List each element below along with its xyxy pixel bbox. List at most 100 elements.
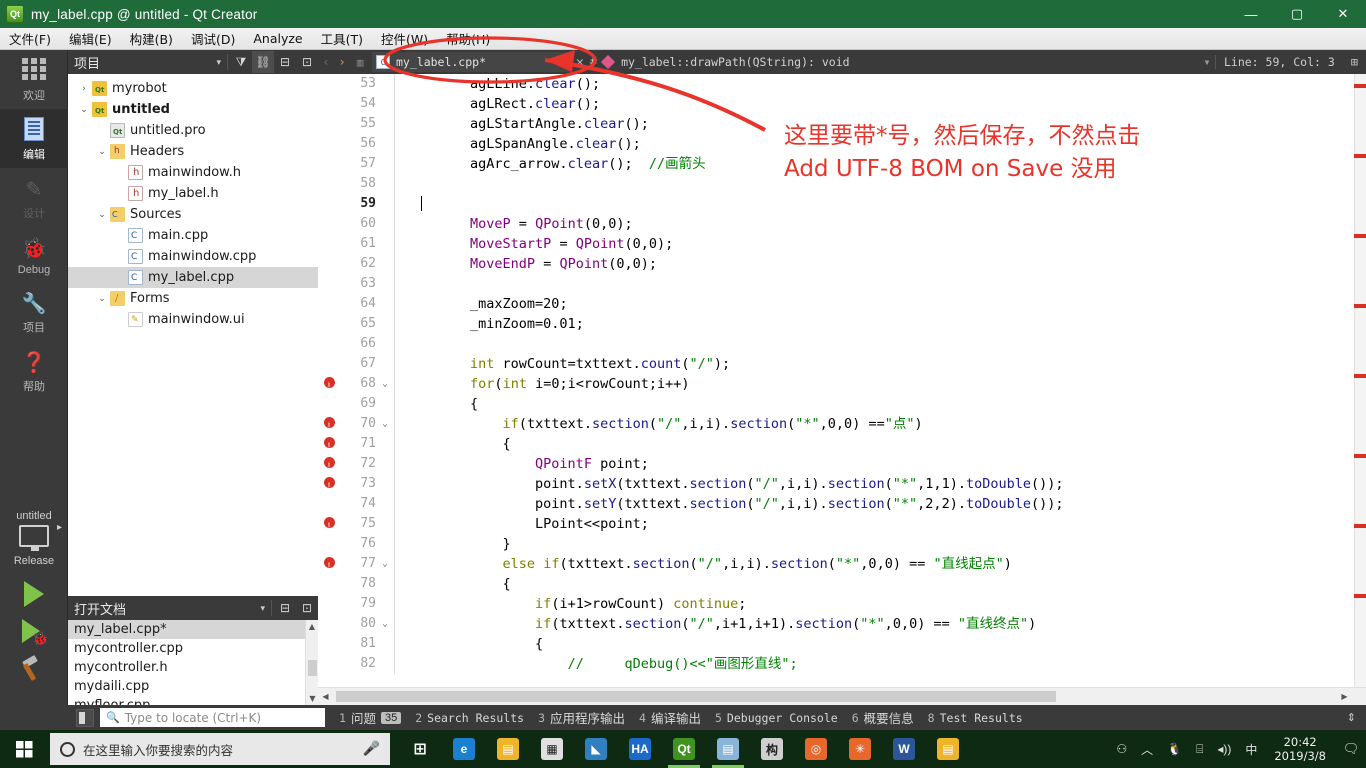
- media-icon[interactable]: ✳: [838, 730, 882, 768]
- open-document-item-0[interactable]: my_label.cpp*: [68, 620, 318, 639]
- split-icon[interactable]: ⊟: [274, 597, 296, 619]
- tree-item-my-label-cpp[interactable]: my_label.cpp: [68, 267, 318, 288]
- open-document-item-2[interactable]: mycontroller.h: [68, 658, 318, 677]
- maximize-button[interactable]: ▢: [1274, 0, 1320, 28]
- code-line-60[interactable]: 60 MoveP = QPoint(0,0);: [318, 214, 1366, 234]
- navigate-forward-button[interactable]: ›: [334, 55, 350, 69]
- open-file-combobox[interactable]: C my_label.cpp* ▾: [372, 52, 572, 72]
- folder-icon[interactable]: ▤: [926, 730, 970, 768]
- scroll-left-icon[interactable]: ◀: [318, 688, 333, 705]
- tree-item-myrobot[interactable]: › myrobot: [68, 78, 318, 99]
- tree-item-sources[interactable]: ⌄ Sources: [68, 204, 318, 225]
- fold-chevron-icon[interactable]: ⌄: [376, 614, 394, 634]
- code-line-67[interactable]: 67 int rowCount=txttext.count("/");: [318, 354, 1366, 374]
- vscode-icon[interactable]: ◣: [574, 730, 618, 768]
- input-method-icon[interactable]: 中: [1238, 741, 1264, 758]
- build-button[interactable]: [21, 654, 47, 682]
- code-line-56[interactable]: 56 agLSpanAngle.clear();: [318, 134, 1366, 154]
- mode-welcome[interactable]: 欢迎: [0, 50, 68, 109]
- code-line-57[interactable]: 57 agArc_arrow.clear(); //画箭头: [318, 154, 1366, 174]
- tree-item-my-label-h[interactable]: my_label.h: [68, 183, 318, 204]
- notification-icon[interactable]: 🗨: [1336, 741, 1366, 757]
- expand-chevron-icon[interactable]: ⌄: [94, 147, 110, 157]
- mode-debug[interactable]: 🐞 Debug: [0, 227, 68, 282]
- kit-selector[interactable]: untitled ▸ Release: [0, 510, 68, 567]
- menu-item-1[interactable]: 编辑(E): [60, 27, 121, 50]
- open-document-item-3[interactable]: mydaili.cpp: [68, 677, 318, 696]
- fold-chevron-icon[interactable]: ⌄: [376, 414, 394, 434]
- expand-chevron-icon[interactable]: ⌄: [94, 294, 110, 304]
- network-icon[interactable]: ⌸: [1189, 742, 1210, 757]
- gou-icon[interactable]: 构: [750, 730, 794, 768]
- minimize-icon[interactable]: ⊡: [296, 51, 318, 73]
- tree-item-untitled[interactable]: ⌄ untitled: [68, 99, 318, 120]
- code-line-71[interactable]: 71 {: [318, 434, 1366, 456]
- taskbar-search-input[interactable]: 在这里输入你要搜索的内容 🎤: [50, 733, 390, 765]
- error-marker-icon[interactable]: [318, 514, 340, 536]
- code-line-65[interactable]: 65 _minZoom=0.01;: [318, 314, 1366, 334]
- bookmark-icon[interactable]: ▥: [350, 52, 370, 72]
- code-line-77[interactable]: 77⌄ else if(txttext.section("/",i,i).sec…: [318, 554, 1366, 576]
- volume-icon[interactable]: ◂)): [1210, 742, 1238, 756]
- close-document-button[interactable]: ✕: [576, 55, 584, 70]
- symbol-dropdown-chevron-icon[interactable]: ▾: [1199, 55, 1215, 69]
- scroll-right-icon[interactable]: ▶: [1337, 688, 1352, 705]
- expand-chevron-icon[interactable]: ⌄: [76, 105, 92, 115]
- split-editor-icon[interactable]: ⊞: [1343, 55, 1366, 69]
- ha-icon[interactable]: HA: [618, 730, 662, 768]
- scroll-up-icon[interactable]: ▲: [306, 620, 318, 633]
- code-line-75[interactable]: 75 LPoint<<point;: [318, 514, 1366, 536]
- mode-help[interactable]: ❓ 帮助: [0, 341, 68, 400]
- sidebar-toggle-icon[interactable]: [76, 708, 94, 727]
- code-line-68[interactable]: 68⌄ for(int i=0;i<rowCount;i++): [318, 374, 1366, 396]
- open-document-item-1[interactable]: mycontroller.cpp: [68, 639, 318, 658]
- output-pane-updown-icon[interactable]: ⇕: [1347, 711, 1356, 724]
- error-marker-icon[interactable]: [318, 414, 340, 436]
- start-debugging-button[interactable]: 🐞: [22, 619, 48, 646]
- output-tab-1[interactable]: 2 Search Results: [415, 711, 524, 725]
- close-button[interactable]: ✕: [1320, 0, 1366, 28]
- chevron-down-icon[interactable]: ▾: [216, 57, 221, 68]
- code-line-63[interactable]: 63: [318, 274, 1366, 294]
- code-line-53[interactable]: 53 agLLine.clear();: [318, 74, 1366, 94]
- filter-icon[interactable]: ⧩: [230, 51, 252, 73]
- menu-item-6[interactable]: 控件(W): [372, 27, 437, 50]
- code-line-70[interactable]: 70⌄ if(txttext.section("/",i,i).section(…: [318, 414, 1366, 436]
- qtcreator-icon[interactable]: Qt: [662, 730, 706, 768]
- menu-item-4[interactable]: Analyze: [244, 29, 311, 48]
- taskbar-clock[interactable]: 20:42 2019/3/8: [1264, 735, 1336, 764]
- link-icon[interactable]: ⛓: [252, 51, 274, 73]
- people-icon[interactable]: ⚇: [1109, 742, 1134, 756]
- edge-icon[interactable]: e: [442, 730, 486, 768]
- open-documents-scrollbar[interactable]: ▲ ▼: [305, 620, 318, 705]
- fold-chevron-icon[interactable]: ⌄: [376, 374, 394, 394]
- menu-item-2[interactable]: 构建(B): [121, 27, 182, 50]
- store-icon[interactable]: ▦: [530, 730, 574, 768]
- chevron-down-icon[interactable]: ▾: [260, 603, 265, 614]
- output-tab-6[interactable]: 8 Test Results: [928, 711, 1023, 725]
- chevron-down-icon[interactable]: ▾: [543, 57, 568, 67]
- chrome-icon[interactable]: ◎: [794, 730, 838, 768]
- output-tab-3[interactable]: 4 编译输出: [639, 708, 701, 727]
- code-line-72[interactable]: 72 QPointF point;: [318, 454, 1366, 476]
- fold-chevron-icon[interactable]: ⌄: [376, 554, 394, 574]
- error-marker-icon[interactable]: [318, 434, 340, 456]
- code-line-58[interactable]: 58: [318, 174, 1366, 194]
- menu-item-0[interactable]: 文件(F): [0, 27, 60, 50]
- output-tab-2[interactable]: 3 应用程序输出: [538, 708, 625, 727]
- error-marker-icon[interactable]: [318, 454, 340, 476]
- split-icon[interactable]: ⊟: [274, 51, 296, 73]
- mode-design[interactable]: ✎ 设计: [0, 168, 68, 227]
- tree-item-mainwindow-ui[interactable]: mainwindow.ui: [68, 309, 318, 330]
- microphone-icon[interactable]: 🎤: [363, 741, 380, 757]
- show-hidden-icons-chevron[interactable]: ︿: [1134, 741, 1160, 758]
- tree-item-main-cpp[interactable]: main.cpp: [68, 225, 318, 246]
- code-line-74[interactable]: 74 point.setY(txttext.section("/",i,i).s…: [318, 494, 1366, 514]
- tree-item-mainwindow-cpp[interactable]: mainwindow.cpp: [68, 246, 318, 267]
- scroll-down-icon[interactable]: ▼: [306, 692, 318, 705]
- code-line-82[interactable]: 82 // qDebug()<<"画图形直线";: [318, 654, 1366, 674]
- tree-item-untitled-pro[interactable]: untitled.pro: [68, 120, 318, 141]
- editor-horizontal-scrollbar[interactable]: ◀ ▶: [318, 687, 1366, 705]
- word-icon[interactable]: W: [882, 730, 926, 768]
- qq-icon[interactable]: 🐧: [1160, 742, 1189, 756]
